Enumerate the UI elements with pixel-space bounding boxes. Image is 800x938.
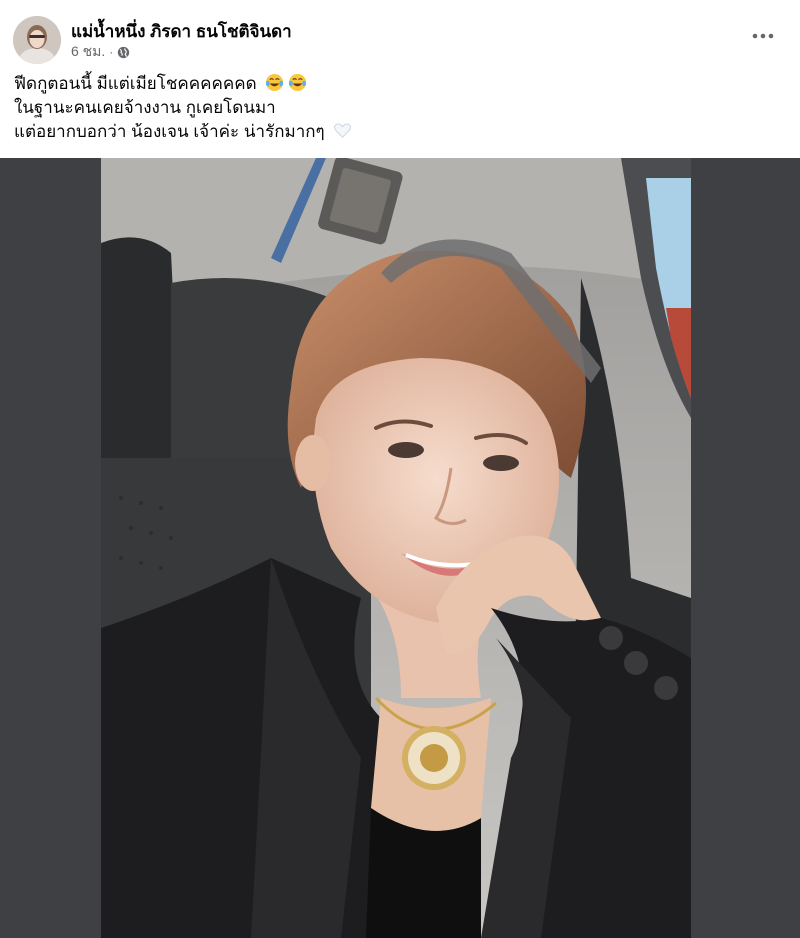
laughing-tears-emoji	[289, 73, 307, 92]
globe-icon[interactable]	[117, 46, 130, 59]
message-line-1: ฟีดกูตอนนี้ มีแต่เมียโชคคคคคคด	[14, 72, 784, 96]
meta-separator: ·	[109, 45, 114, 59]
post-header: แม่น้ำหนึ่ง ภิรดา ธนโชติจินดา 6 ชม. ·	[0, 0, 800, 72]
message-line-3-text: แต่อยากบอกว่า น้องเจน เจ้าค่ะ น่ารักมากๆ	[14, 122, 325, 141]
photo-image	[101, 158, 691, 938]
author-avatar[interactable]	[13, 16, 61, 64]
post-message: ฟีดกูตอนนี้ มีแต่เมียโชคคคคคคด ในฐานะคนเ…	[14, 72, 784, 144]
more-options-button[interactable]	[748, 24, 778, 48]
message-line-1-text: ฟีดกูตอนนี้ มีแต่เมียโชคคคคคคด	[14, 74, 257, 93]
post-media	[0, 158, 800, 938]
white-heart-emoji	[334, 123, 352, 138]
avatar-image	[13, 16, 61, 64]
message-line-2: ในฐานะคนเคยจ้างงาน กูเคยโดนมา	[14, 98, 276, 117]
post-time[interactable]: 6 ชม.	[71, 41, 105, 63]
selfie-photo[interactable]	[101, 158, 691, 938]
laughing-tears-emoji	[266, 73, 284, 92]
post-meta: 6 ชม. ·	[71, 43, 130, 61]
message-line-3: แต่อยากบอกว่า น้องเจน เจ้าค่ะ น่ารักมากๆ	[14, 120, 784, 144]
facebook-post: แม่น้ำหนึ่ง ภิรดา ธนโชติจินดา 6 ชม. · ฟี…	[0, 0, 800, 938]
three-dots-icon	[752, 33, 774, 39]
